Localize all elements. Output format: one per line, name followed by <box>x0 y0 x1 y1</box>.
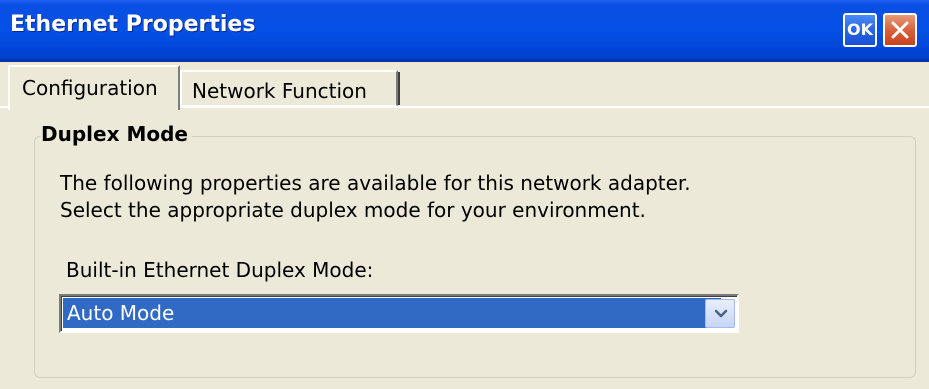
tab-strip-border <box>0 106 8 108</box>
description-line-2: Select the appropriate duplex mode for y… <box>60 198 646 222</box>
ethernet-properties-window: Ethernet Properties OK Network Function … <box>0 0 929 389</box>
duplex-mode-label: Built-in Ethernet Duplex Mode: <box>66 258 374 282</box>
tab-configuration[interactable]: Configuration <box>8 65 180 110</box>
chevron-down-icon <box>714 309 728 318</box>
tab-label: Network Function <box>192 79 367 103</box>
title-bar[interactable]: Ethernet Properties OK <box>0 0 929 62</box>
dropdown-selected-value[interactable]: Auto Mode <box>63 298 721 328</box>
description-line-1: The following properties are available f… <box>60 171 691 195</box>
ok-button[interactable]: OK <box>843 13 877 47</box>
tab-label: Configuration <box>22 76 158 100</box>
tab-strip-border <box>180 106 929 108</box>
close-button[interactable] <box>883 13 917 47</box>
dropdown-button[interactable] <box>705 299 735 328</box>
tab-network-function[interactable]: Network Function <box>180 70 400 106</box>
group-title: Duplex Mode <box>41 122 192 146</box>
duplex-mode-dropdown[interactable]: Auto Mode <box>59 294 739 333</box>
close-icon <box>891 21 909 39</box>
window-title: Ethernet Properties <box>10 12 256 37</box>
